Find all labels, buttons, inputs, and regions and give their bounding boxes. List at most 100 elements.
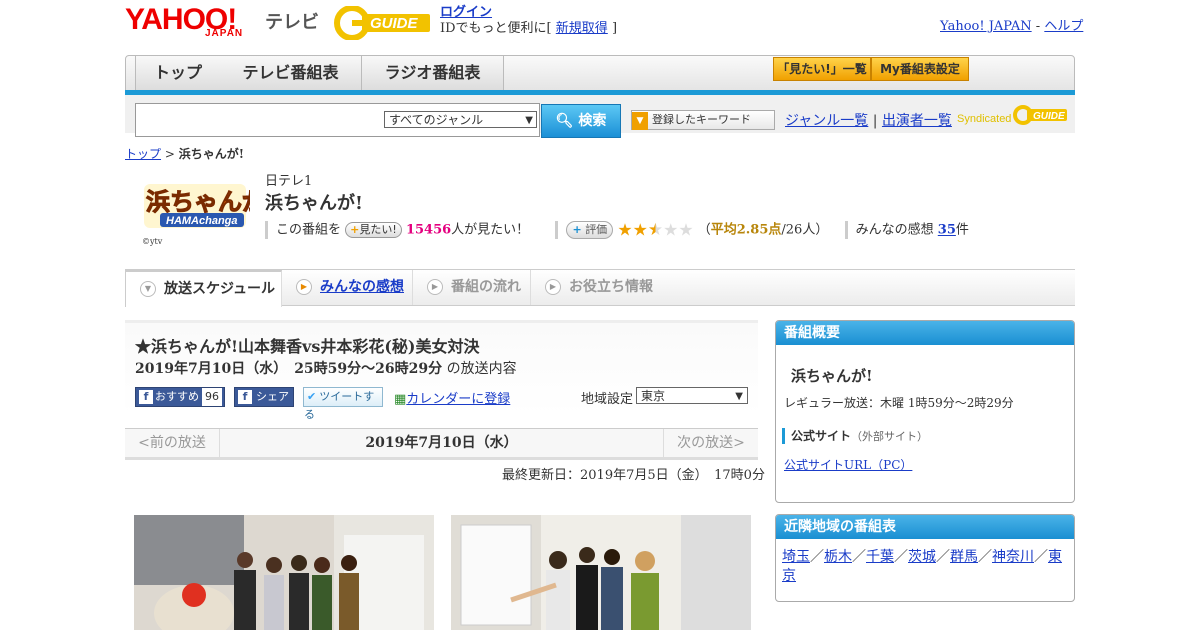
star-half-icon: ★ <box>647 220 664 240</box>
facebook-recommend-button[interactable]: f おすすめ 96 <box>135 387 225 407</box>
official-site-note: （外部サイト） <box>851 430 929 443</box>
region-link-chiba[interactable]: 千葉 <box>866 549 894 565</box>
impressions-label: みんなの感想 <box>855 222 934 238</box>
tab-useful-info-label: お役立ち情報 <box>569 279 653 295</box>
next-episode-link[interactable]: 次の放送> <box>663 429 758 457</box>
tab-schedule[interactable]: ▼ 放送スケジュール <box>125 270 282 307</box>
region-link-kanagawa[interactable]: 神奈川 <box>992 549 1034 565</box>
genre-list-link[interactable]: ジャンル一覧 <box>785 113 868 129</box>
region-link-tochigi[interactable]: 栃木 <box>824 549 852 565</box>
signup-link[interactable]: 新規取得 <box>556 21 608 36</box>
mitai-list-button[interactable]: 「見たい!」一覧 <box>773 57 871 81</box>
facebook-share-button[interactable]: f シェア <box>234 387 294 407</box>
impressions-count-link[interactable]: 35 <box>938 223 956 238</box>
triangle-down-icon: ▼ <box>632 112 648 130</box>
current-episode-date: 2019年7月10日（水） <box>365 435 518 451</box>
genre-links: ジャンル一覧 | 出演者一覧 <box>785 110 952 130</box>
region-sep: ／ <box>1034 549 1048 565</box>
breadcrumb-top[interactable]: トップ <box>125 147 161 161</box>
area-setting-label: 地域設定 <box>581 392 634 407</box>
official-site-label: 公式サイト <box>791 429 852 443</box>
tab-impressions[interactable]: ▶ みんなの感想 <box>282 270 413 305</box>
mitai-button-label: 見たい! <box>359 223 397 236</box>
facebook-icon: f <box>139 390 153 404</box>
tweet-button[interactable]: ✔ ツイートする <box>303 387 383 421</box>
mitai-count: 15456 <box>405 222 452 238</box>
nav-tab-radio[interactable]: ラジオ番組表 <box>362 56 504 91</box>
calendar-register[interactable]: ▦カレンダーに登録 <box>394 388 510 407</box>
breadcrumb-current: 浜ちゃんが! <box>178 147 245 161</box>
program-overview-heading: 番組概要 <box>776 321 1074 345</box>
program-logo-image: 浜ちゃんが! HAMAchanga <box>144 184 277 228</box>
calendar-register-link[interactable]: カレンダーに登録 <box>406 392 510 407</box>
gguide-logo-text: GUIDE <box>370 15 419 32</box>
twitter-bird-icon: ✔ <box>307 390 317 403</box>
registered-keyword-button[interactable]: ▼ 登録したキーワード <box>631 110 775 130</box>
tab-useful-info[interactable]: ▶ お役立ち情報 <box>531 270 661 305</box>
star-empty-icon: ★ <box>663 220 679 240</box>
prev-episode-link[interactable]: <前の放送 <box>125 429 220 457</box>
search-button[interactable]: 🔍︎ 検索 <box>541 104 621 138</box>
impressions-suffix: 件 <box>955 222 969 238</box>
rating-button[interactable]: + 評価 <box>566 221 614 239</box>
chevron-right-icon: ▶ <box>545 279 561 295</box>
genre-select[interactable]: すべてのジャンル ▼ <box>384 111 537 128</box>
nav-tab-top[interactable]: トップ <box>135 56 221 91</box>
help-separator: - <box>1035 19 1041 34</box>
region-sep: ／ <box>810 549 824 565</box>
gguide-logo[interactable]: GUIDE <box>334 5 432 41</box>
registered-keyword-label: 登録したキーワード <box>652 113 751 126</box>
divider <box>265 221 268 239</box>
program-stats: この番組を +見たい! 15456人が見たい！ + 評価 ★★★★★ （平均2.… <box>265 220 969 240</box>
episode-photo-image <box>451 515 751 630</box>
syndicated-gguide-logo: Syndicated GUIDE <box>957 104 1069 126</box>
login-text-end: ] <box>611 21 618 36</box>
yahoo-japan-link[interactable]: Yahoo! JAPAN <box>940 19 1032 34</box>
regular-broadcast: レギュラー放送：木曜 1時59分～2時29分 <box>784 396 1014 410</box>
login-text: IDでもっと便利に[ <box>440 21 552 36</box>
region-link-ibaraki[interactable]: 茨城 <box>908 549 936 565</box>
last-updated: 最終更新日：2019年7月5日（金） 17時0分 <box>502 468 765 483</box>
episode-photo <box>451 515 751 630</box>
this-program-text: この番組を <box>276 222 342 238</box>
episode-date-suffix: の放送内容 <box>446 361 517 377</box>
tab-impressions-label: みんなの感想 <box>320 279 404 295</box>
region-sep: ／ <box>936 549 950 565</box>
region-sep: ／ <box>852 549 866 565</box>
facebook-icon: f <box>238 390 252 404</box>
region-sep: ／ <box>978 549 992 565</box>
overview-program-name: 浜ちゃんが! <box>791 367 873 385</box>
gguide-logo-icon: GUIDE <box>334 5 430 41</box>
nearby-region-box: 近隣地域の番組表 埼玉／栃木／千葉／茨城／群馬／神奈川／東京 <box>775 514 1075 602</box>
syndicated-logo-icon: Syndicated GUIDE <box>957 105 1067 125</box>
breadcrumb-sep: > <box>164 147 175 161</box>
plus-icon: + <box>350 223 360 236</box>
episode-title: ★浜ちゃんが!山本舞香vs井本彩花(秘)美女対決 <box>135 337 480 356</box>
login-link[interactable]: ログイン <box>440 5 492 20</box>
episode-date-time: 2019年7月10日（水） 25時59分～26時29分 <box>135 361 443 377</box>
tab-flow[interactable]: ▶ 番組の流れ <box>413 270 531 305</box>
rating-paren-open: （ <box>697 222 711 238</box>
nav-tab-tv[interactable]: テレビ番組表 <box>220 56 362 91</box>
yahoo-japan-sub: JAPAN <box>205 28 244 39</box>
region-link-gunma[interactable]: 群馬 <box>950 549 978 565</box>
tab-schedule-label: 放送スケジュール <box>164 281 276 297</box>
facebook-share-label: シェア <box>256 390 289 403</box>
area-select-value: 東京 <box>641 389 666 403</box>
episode-photo-image <box>134 515 434 630</box>
search-icon: 🔍︎ <box>555 113 574 129</box>
official-site-url-link[interactable]: 公式サイトURL（PC） <box>784 456 912 473</box>
chevron-right-icon: ▶ <box>296 279 312 295</box>
syndicated-gguide-text: GUIDE <box>1033 111 1065 122</box>
region-link-saitama[interactable]: 埼玉 <box>782 549 810 565</box>
nearby-region-links: 埼玉／栃木／千葉／茨城／群馬／神奈川／東京 <box>782 548 1068 586</box>
my-schedule-button[interactable]: My番組表設定 <box>871 57 969 81</box>
mitai-button[interactable]: +見たい! <box>345 222 402 238</box>
area-select[interactable]: 東京 ▼ <box>636 387 748 404</box>
nearby-region-heading: 近隣地域の番組表 <box>776 515 1074 539</box>
tv-label[interactable]: テレビ <box>265 8 319 34</box>
chevron-down-icon: ▼ <box>525 115 533 126</box>
cast-list-link[interactable]: 出演者一覧 <box>882 113 952 129</box>
help-link[interactable]: ヘルプ <box>1044 19 1083 34</box>
divider <box>555 221 559 239</box>
